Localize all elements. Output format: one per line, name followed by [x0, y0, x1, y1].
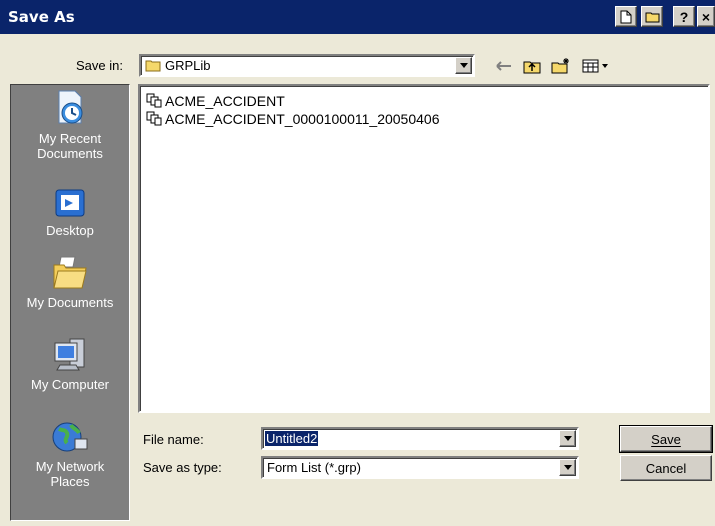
- place-label: Places: [50, 474, 90, 489]
- form-file-icon: [146, 111, 162, 126]
- cancel-button[interactable]: Cancel: [620, 455, 712, 481]
- view-menu-button[interactable]: [578, 55, 614, 77]
- up-folder-button[interactable]: [520, 55, 544, 77]
- chevron-down-icon[interactable]: [559, 459, 576, 476]
- file-name-input[interactable]: Untitled2: [265, 431, 319, 446]
- place-label: My Documents: [26, 295, 114, 310]
- form-file-icon: [146, 93, 162, 108]
- place-label: My Recent: [38, 131, 102, 146]
- window-title: Save As: [8, 8, 75, 26]
- save-button-label: Save: [651, 431, 681, 447]
- save-in-dropdown[interactable]: GRPLib: [139, 54, 475, 77]
- my-computer-icon: [54, 338, 85, 371]
- save-in-label: Save in:: [76, 58, 123, 73]
- save-as-type-label: Save as type:: [143, 460, 222, 475]
- chevron-down-icon[interactable]: [455, 57, 472, 74]
- folder-icon-button[interactable]: [641, 6, 663, 27]
- help-icon: ?: [679, 8, 689, 25]
- file-name: ACME_ACCIDENT: [165, 92, 285, 109]
- file-name: ACME_ACCIDENT_0000100011_20050406: [165, 110, 440, 127]
- view-menu-icon: [582, 59, 608, 73]
- place-my-computer[interactable]: My Computer: [11, 335, 129, 392]
- title-bar: Save As ? ×: [0, 0, 715, 34]
- folder-icon: [645, 12, 659, 22]
- place-label: My Computer: [30, 377, 110, 392]
- list-item[interactable]: ACME_ACCIDENT_0000100011_20050406: [146, 110, 439, 127]
- document-icon: [620, 10, 632, 23]
- folder-icon: [145, 60, 161, 72]
- list-item[interactable]: ACME_ACCIDENT: [146, 92, 285, 109]
- place-my-recent-documents[interactable]: My Recent Documents: [11, 89, 129, 161]
- place-label: Documents: [37, 146, 103, 161]
- place-label: Desktop: [46, 223, 94, 238]
- back-arrow-icon: [496, 61, 511, 71]
- save-as-type-value: Form List (*.grp): [267, 460, 361, 475]
- recent-documents-icon: [58, 90, 83, 124]
- back-button[interactable]: [492, 55, 516, 77]
- places-bar: My Recent Documents Desktop My Documents…: [10, 84, 130, 521]
- cancel-button-label: Cancel: [645, 460, 687, 476]
- close-button[interactable]: ×: [697, 6, 715, 27]
- place-desktop[interactable]: Desktop: [11, 187, 129, 238]
- close-icon: ×: [701, 8, 711, 25]
- save-in-value: GRPLib: [165, 58, 211, 73]
- place-my-network-places[interactable]: My Network Places: [11, 419, 129, 489]
- save-as-type-dropdown[interactable]: Form List (*.grp): [261, 456, 579, 479]
- chevron-down-icon[interactable]: [559, 430, 576, 447]
- file-name-combo[interactable]: Untitled2: [261, 427, 579, 450]
- save-button[interactable]: Save: [619, 425, 713, 453]
- file-name-selected-text: Untitled2: [265, 431, 319, 446]
- place-my-documents[interactable]: My Documents: [11, 253, 129, 310]
- up-folder-icon: [523, 61, 541, 73]
- network-places-icon: [52, 422, 88, 452]
- file-name-label: File name:: [143, 432, 204, 447]
- place-label: My Network: [35, 459, 105, 474]
- desktop-icon: [55, 189, 85, 217]
- help-button[interactable]: ?: [673, 6, 695, 27]
- new-folder-icon: [551, 58, 569, 74]
- document-icon-button[interactable]: [615, 6, 637, 27]
- my-documents-icon: [53, 256, 87, 289]
- new-folder-button[interactable]: [548, 55, 574, 77]
- file-list[interactable]: ACME_ACCIDENT ACME_ACCIDENT_0000100011_2…: [138, 84, 710, 413]
